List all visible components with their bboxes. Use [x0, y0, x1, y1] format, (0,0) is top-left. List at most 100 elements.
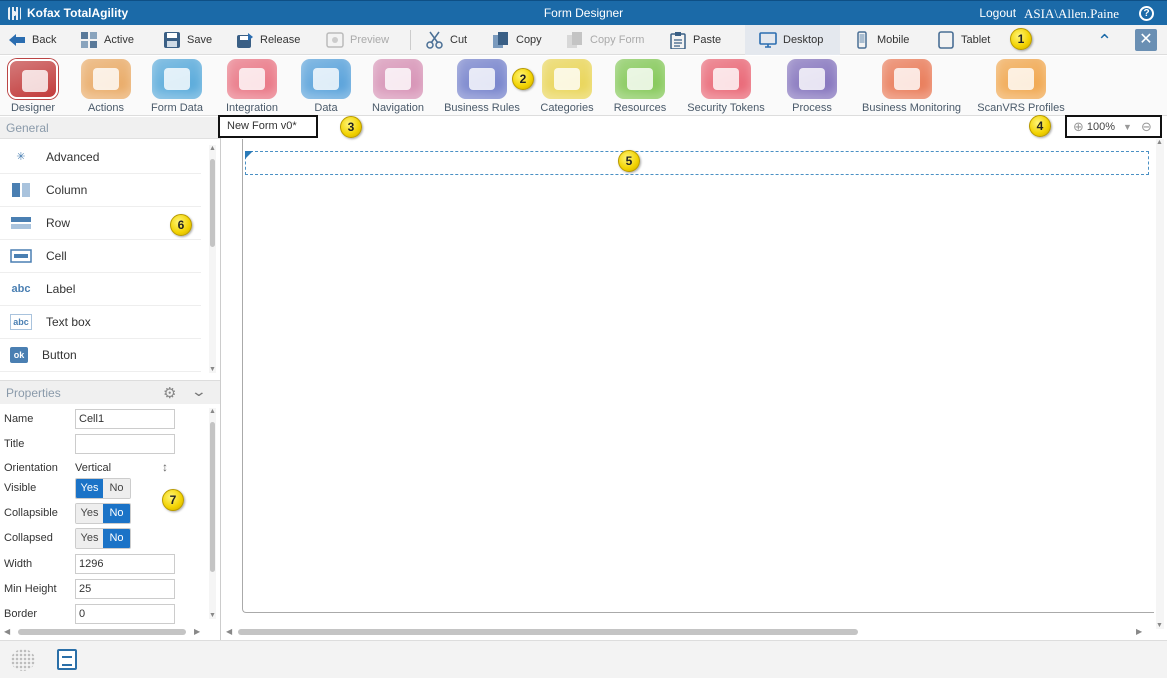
updown-arrows-icon[interactable]: ↕: [162, 460, 168, 474]
cut-button[interactable]: Cut: [426, 25, 467, 55]
toggle-yes[interactable]: Yes: [76, 504, 103, 523]
zoom-in-icon[interactable]: ⊕: [1073, 119, 1084, 135]
general-scrollbar[interactable]: ▲ ▼: [209, 145, 216, 373]
copy-button[interactable]: Copy: [492, 25, 542, 55]
data-icon: [301, 59, 351, 99]
prop-orientation: Orientation Vertical ↕: [0, 458, 206, 480]
globe-icon[interactable]: [11, 649, 35, 671]
visible-toggle[interactable]: Yes No: [75, 478, 131, 499]
help-icon[interactable]: ?: [1139, 6, 1154, 21]
orientation-value[interactable]: Vertical: [75, 462, 111, 474]
toggle-yes[interactable]: Yes: [76, 479, 103, 498]
control-cell[interactable]: Cell: [0, 240, 201, 273]
toggle-yes[interactable]: Yes: [76, 529, 103, 548]
chevron-down-icon[interactable]: ⌄: [191, 383, 207, 400]
scroll-down-arrow-icon[interactable]: ▼: [1156, 622, 1163, 629]
ribbon-label: Resources: [613, 102, 667, 114]
tablet-view-button[interactable]: Tablet: [937, 25, 990, 55]
border-field[interactable]: [75, 604, 175, 624]
actions-icon: [81, 59, 131, 99]
form-canvas[interactable]: [242, 139, 1154, 613]
title-field[interactable]: [75, 434, 175, 454]
properties-hscrollbar[interactable]: ◀ ▶: [4, 627, 204, 637]
ribbon-label: Business Rules: [444, 102, 520, 114]
scroll-thumb[interactable]: [238, 629, 858, 635]
control-column[interactable]: Column: [0, 174, 201, 207]
scroll-down-arrow-icon[interactable]: ▼: [209, 612, 216, 619]
ribbon-navigation[interactable]: Navigation: [353, 59, 443, 114]
collapsible-toggle[interactable]: Yes No: [75, 503, 131, 524]
form-icon[interactable]: [57, 649, 77, 670]
toggle-no[interactable]: No: [103, 529, 130, 548]
scroll-right-arrow-icon[interactable]: ▶: [1136, 627, 1142, 636]
preview-button[interactable]: Preview: [326, 25, 389, 55]
ribbon-label: Process: [792, 102, 832, 114]
prop-label: Border: [4, 608, 38, 620]
toggle-no[interactable]: No: [103, 504, 130, 523]
release-label: Release: [260, 34, 301, 46]
zoom-dropdown-icon[interactable]: ▼: [1123, 122, 1132, 132]
callout-marker: 6: [170, 214, 192, 236]
gear-icon[interactable]: ⚙: [163, 384, 176, 402]
copy-form-button[interactable]: Copy Form: [566, 25, 644, 55]
prop-label: Name: [4, 413, 34, 425]
control-text-box[interactable]: abc Text box: [0, 306, 201, 339]
scroll-thumb[interactable]: [210, 159, 215, 247]
copy-form-icon: [567, 32, 582, 48]
prop-min-height: Min Height: [0, 579, 206, 601]
scroll-right-arrow-icon[interactable]: ▶: [194, 627, 200, 636]
ribbon-process[interactable]: Process: [767, 59, 857, 114]
mobile-view-button[interactable]: Mobile: [853, 25, 909, 55]
collapse-ribbon-icon[interactable]: ⌃: [1097, 31, 1112, 52]
control-advanced[interactable]: ✳ Advanced: [0, 141, 201, 174]
scroll-up-arrow-icon[interactable]: ▲: [209, 145, 216, 152]
control-label: Button: [42, 348, 77, 362]
active-button[interactable]: Active: [80, 25, 134, 55]
release-button[interactable]: Release: [236, 25, 300, 55]
scroll-thumb[interactable]: [210, 422, 215, 572]
scroll-up-arrow-icon[interactable]: ▲: [1156, 139, 1163, 146]
toolbar-divider: [410, 30, 411, 50]
close-icon[interactable]: ✕: [1135, 29, 1157, 51]
cut-label: Cut: [450, 34, 468, 46]
textbox-icon: abc: [10, 314, 32, 330]
prop-width: Width: [0, 554, 206, 576]
ribbon-resources[interactable]: Resources: [595, 59, 685, 114]
scroll-down-arrow-icon[interactable]: ▼: [209, 366, 216, 373]
cell-icon: [10, 248, 32, 264]
back-button[interactable]: Back: [8, 25, 56, 55]
zoom-level[interactable]: 100%: [1087, 121, 1115, 133]
canvas-scrollbar[interactable]: ▲ ▼: [1156, 139, 1164, 629]
scroll-thumb[interactable]: [18, 629, 186, 635]
collapsed-toggle[interactable]: Yes No: [75, 528, 131, 549]
ribbon-business-monitoring[interactable]: Business Monitoring: [862, 59, 961, 114]
desktop-label: Desktop: [783, 34, 824, 46]
form-row-placeholder[interactable]: [245, 151, 1149, 175]
paste-button[interactable]: Paste: [669, 25, 721, 55]
toggle-no[interactable]: No: [103, 479, 130, 498]
categories-folder-icon: [542, 59, 592, 99]
ribbon-security-tokens[interactable]: Security Tokens: [681, 59, 771, 114]
bottom-bar: [0, 640, 1167, 678]
ribbon-scanvrs-profiles[interactable]: ScanVRS Profiles: [976, 59, 1066, 114]
control-label-item[interactable]: abc Label: [0, 273, 201, 306]
zoom-control: ⊕ 100% ▼ ⊖: [1065, 115, 1162, 138]
row-corner-marker: [245, 151, 253, 159]
save-button[interactable]: Save: [163, 25, 212, 55]
logout-link[interactable]: Logout: [979, 6, 1016, 22]
zoom-out-icon[interactable]: ⊖: [1141, 119, 1152, 135]
back-arrow-icon: [9, 34, 25, 46]
name-field[interactable]: [75, 409, 175, 429]
scroll-left-arrow-icon[interactable]: ◀: [4, 627, 10, 636]
canvas-hscrollbar[interactable]: ◀ ▶: [226, 627, 1146, 637]
ribbon-business-rules[interactable]: Business Rules: [437, 59, 527, 114]
scroll-left-arrow-icon[interactable]: ◀: [226, 627, 232, 636]
min-height-field[interactable]: [75, 579, 175, 599]
desktop-view-button[interactable]: Desktop: [759, 25, 823, 55]
properties-scrollbar[interactable]: ▲ ▼: [209, 408, 216, 619]
control-button[interactable]: ok Button: [0, 339, 201, 372]
active-label: Active: [104, 34, 134, 46]
width-field[interactable]: [75, 554, 175, 574]
scroll-up-arrow-icon[interactable]: ▲: [209, 408, 216, 415]
form-tab[interactable]: New Form v0*: [218, 115, 318, 138]
